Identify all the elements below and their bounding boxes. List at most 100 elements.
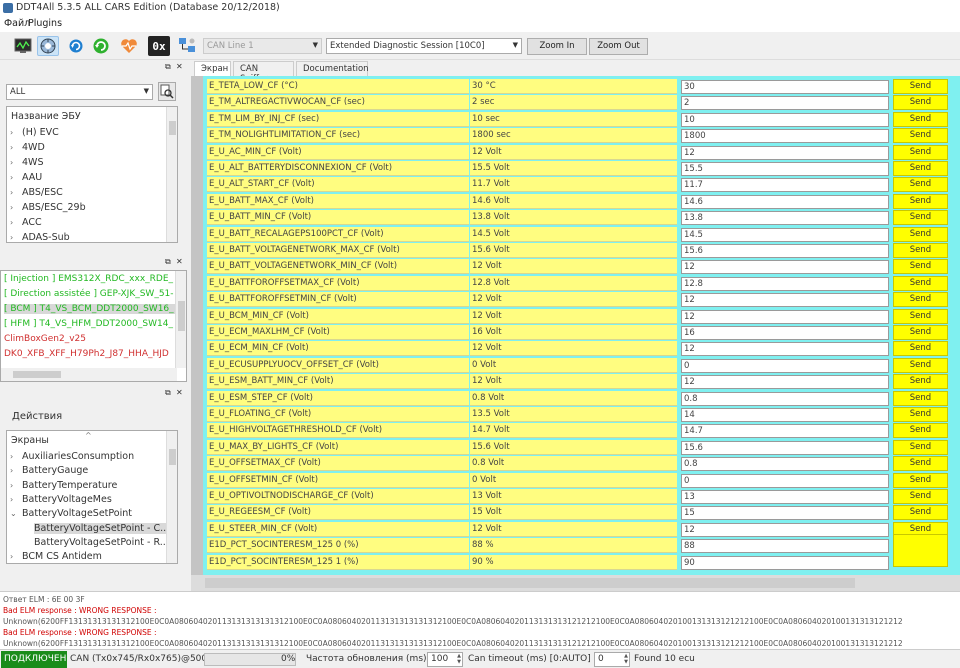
- chevron-right-icon[interactable]: ›: [10, 158, 22, 167]
- float-icon[interactable]: ⧉: [165, 62, 171, 72]
- send-button[interactable]: Send: [893, 308, 948, 324]
- parameter-input[interactable]: 0.8: [681, 457, 889, 472]
- ecu-list-item[interactable]: › ABS/ESC: [10, 187, 63, 198]
- ecu-list-item[interactable]: › 4WS: [10, 157, 43, 168]
- ecu-list-scrollbar[interactable]: [166, 107, 177, 242]
- monitor-icon[interactable]: [12, 36, 34, 56]
- send-button[interactable]: Send: [893, 325, 948, 340]
- can-line-select[interactable]: CAN Line 1 ▼: [203, 38, 322, 54]
- close-icon[interactable]: ✕: [176, 388, 183, 397]
- send-button[interactable]: Send: [893, 111, 948, 127]
- send-button[interactable]: Send: [893, 423, 948, 439]
- parameter-input[interactable]: 11.7: [681, 178, 889, 193]
- send-button[interactable]: Send: [893, 505, 948, 521]
- screen-tree-item[interactable]: › BatteryTemperature: [10, 480, 117, 491]
- projects-list-scrollbar[interactable]: [175, 271, 186, 368]
- menu-file[interactable]: Файл: [4, 18, 30, 29]
- send-button[interactable]: Send: [893, 243, 948, 258]
- project-list-item[interactable]: [ BCM ] T4_VS_BCM_DDT2000_SW16_: [4, 304, 177, 314]
- ecu-list-item[interactable]: › 4WD: [10, 142, 45, 153]
- send-button[interactable]: Send: [893, 193, 948, 209]
- auto-refresh-icon[interactable]: [90, 36, 112, 56]
- parameter-input[interactable]: 12: [681, 309, 889, 324]
- chevron-right-icon[interactable]: ›: [10, 552, 22, 561]
- parameter-input[interactable]: 12: [681, 342, 889, 357]
- project-list-item[interactable]: [ HFM ] T4_VS_HFM_DDT2000_SW14_: [4, 319, 173, 329]
- parameter-input[interactable]: 30: [681, 80, 889, 94]
- heartbeat-icon[interactable]: [118, 36, 140, 56]
- hex-mode-button[interactable]: 0x: [148, 36, 170, 56]
- send-button[interactable]: Send: [893, 259, 948, 275]
- refresh-rate-input[interactable]: 100 ▲ ▼: [427, 652, 463, 667]
- chevron-right-icon[interactable]: ›: [10, 452, 22, 461]
- parameter-input[interactable]: 12: [681, 260, 889, 275]
- ecu-list-item[interactable]: › AAU: [10, 172, 42, 183]
- parameter-input[interactable]: 13.8: [681, 211, 889, 226]
- screen-hscrollbar[interactable]: [191, 575, 960, 591]
- project-list-item[interactable]: [ Injection ] EMS312X_RDC_xxx_RDE_: [4, 274, 173, 284]
- zoom-out-button[interactable]: Zoom Out: [589, 38, 648, 55]
- chevron-right-icon[interactable]: ›: [10, 481, 22, 490]
- send-button[interactable]: Send: [893, 292, 948, 308]
- parameter-input[interactable]: 14.6: [681, 194, 889, 209]
- send-button[interactable]: Send: [893, 374, 948, 390]
- search-ecu-button[interactable]: [158, 82, 176, 101]
- chevron-right-icon[interactable]: ›: [10, 173, 22, 182]
- send-button[interactable]: Send: [893, 390, 948, 406]
- chevron-down-icon[interactable]: ⌄: [10, 509, 22, 518]
- tab-documentation[interactable]: Documentation: [296, 61, 369, 76]
- send-button[interactable]: Send: [893, 128, 948, 144]
- close-icon[interactable]: ✕: [176, 257, 183, 266]
- ecu-list-item[interactable]: › (H) EVC: [10, 127, 59, 138]
- chevron-right-icon[interactable]: ›: [10, 218, 22, 227]
- parameter-input[interactable]: 12: [681, 522, 889, 537]
- parameter-input[interactable]: 1800: [681, 129, 889, 144]
- vehicle-filter-select[interactable]: ALL ▼: [6, 84, 153, 100]
- project-list-item[interactable]: [ Direction assistée ] GEP-XJK_SW_51-: [4, 289, 174, 299]
- projects-hscrollbar[interactable]: [1, 368, 177, 381]
- refresh-icon[interactable]: [65, 36, 87, 56]
- ecu-list-item[interactable]: › ABS/ESC_29b: [10, 202, 86, 213]
- ecu-list-item[interactable]: › ACC: [10, 217, 42, 228]
- send-button[interactable]: Send: [893, 472, 948, 488]
- project-list-item[interactable]: DK0_XFB_XFF_H79Ph2_J87_HHA_HJD: [4, 349, 169, 359]
- float-icon[interactable]: ⧉: [165, 388, 171, 398]
- send-button[interactable]: Send: [893, 177, 948, 193]
- send-button[interactable]: Send: [893, 341, 948, 357]
- screens-tree[interactable]: Экраны ^ › AuxiliariesConsumption › Battery…: [6, 430, 178, 564]
- send-button-group[interactable]: [893, 534, 948, 567]
- tab-screen[interactable]: Экран: [194, 61, 231, 76]
- parameter-input[interactable]: 90: [681, 555, 889, 570]
- spinner-arrows-icon[interactable]: ▲ ▼: [457, 653, 461, 665]
- tab-can-sniffer[interactable]: CAN Sniffer: [233, 61, 294, 84]
- zoom-in-button[interactable]: Zoom In: [527, 38, 587, 55]
- parameter-input[interactable]: 12: [681, 293, 889, 308]
- screen-tree-item[interactable]: ⌄ BatteryVoltageSetPoint: [10, 508, 132, 519]
- spinner-arrows-icon[interactable]: ▲ ▼: [624, 653, 628, 665]
- send-button[interactable]: Send: [893, 79, 948, 94]
- screen-tree-item[interactable]: › BatteryVoltageMes: [10, 494, 112, 505]
- parameter-input[interactable]: 12: [681, 145, 889, 160]
- send-button[interactable]: Send: [893, 95, 948, 111]
- send-button[interactable]: Send: [893, 144, 948, 160]
- screen-tree-item[interactable]: › AuxiliariesConsumption: [10, 451, 134, 462]
- send-button[interactable]: Send: [893, 357, 948, 373]
- screen-tree-item[interactable]: › BCM CS Antidem: [10, 551, 102, 562]
- parameter-input[interactable]: 10: [681, 112, 889, 127]
- chevron-right-icon[interactable]: ›: [10, 188, 22, 197]
- parameter-input[interactable]: 14.5: [681, 227, 889, 242]
- menu-plugins[interactable]: Plugins: [28, 18, 62, 29]
- send-button[interactable]: Send: [893, 275, 948, 291]
- scan-ecu-icon[interactable]: [37, 36, 59, 56]
- parameter-input[interactable]: 15.5: [681, 162, 889, 176]
- ecu-list[interactable]: Название ЭБУ › (H) EVC › 4WD › 4WS › AAU › ABS/ES…: [6, 106, 178, 243]
- parameter-input[interactable]: 15.6: [681, 244, 889, 258]
- send-button[interactable]: Send: [893, 456, 948, 472]
- parameter-input[interactable]: 0.8: [681, 391, 889, 406]
- parameter-input[interactable]: 2: [681, 96, 889, 111]
- parameter-input[interactable]: 88: [681, 539, 889, 554]
- parameter-input[interactable]: 0: [681, 358, 889, 373]
- send-button[interactable]: Send: [893, 439, 948, 455]
- screens-tree-scrollbar[interactable]: [166, 431, 177, 563]
- screen-tree-item[interactable]: BatteryVoltageSetPoint - R...: [34, 537, 169, 548]
